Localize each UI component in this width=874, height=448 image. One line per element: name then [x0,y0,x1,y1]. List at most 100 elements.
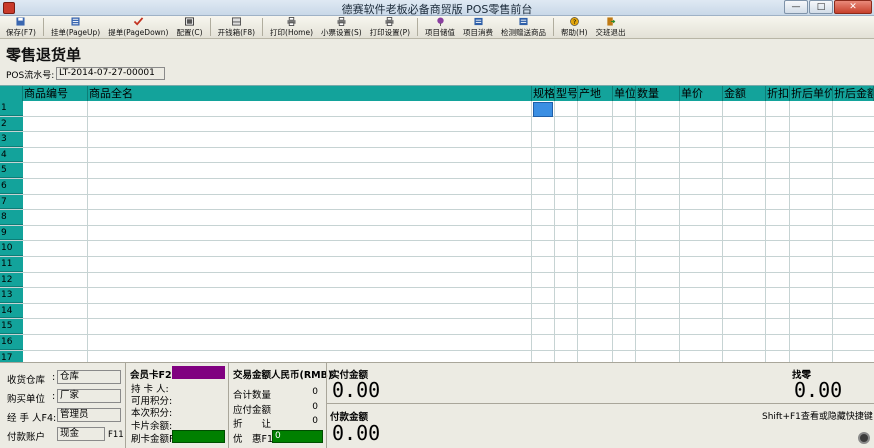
table-row[interactable]: 10 [0,241,874,257]
member-card-field[interactable] [172,366,225,379]
row-number: 4 [0,147,23,163]
config-button[interactable]: 配置(C) [172,16,206,38]
row-number: 5 [0,163,23,178]
total-quantity-value: 0 [312,387,318,397]
stored-value-button[interactable]: 项目储值 [421,16,459,38]
grid-column-line [635,101,636,362]
save-label: 保存(F7) [6,28,36,37]
col-discounted-amount[interactable]: 折后金额 [833,86,874,101]
table-row[interactable]: 2 [0,116,874,133]
goods-grid[interactable]: 商品编号 商品全名 规格 型号 产地 单位 数量 单价 金额 折扣 折后单价 折… [0,85,874,362]
row-number: 2 [0,116,23,132]
transaction-amount-label: 交易金额人民币(RMB) [233,370,333,381]
svg-text:?: ? [573,19,576,26]
gift-check-label: 检测赠送商品 [501,28,547,37]
table-row[interactable]: 1 [0,101,874,117]
buyer-field[interactable]: 厂家 [57,389,121,403]
discount-label: 折 让 [233,419,272,430]
table-row[interactable]: 17 [0,350,874,362]
col-origin[interactable]: 产地 [578,86,613,101]
col-quantity[interactable]: 数量 [636,86,680,101]
receipt-settings-icon [337,17,346,26]
grid-column-line [765,101,766,362]
col-amount[interactable]: 金额 [723,86,766,101]
account-label: 付款账户 [7,432,46,443]
row-number: 6 [0,179,23,194]
row-number: 3 [0,132,23,147]
account-field[interactable]: 现金 [57,427,105,441]
table-row[interactable]: 11 [0,257,874,273]
receipt-settings-button[interactable]: 小票设置(S) [317,16,366,38]
toolbar-separator [42,18,44,36]
row-number: 15 [0,319,23,334]
gift-check-button[interactable]: 检测赠送商品 [497,16,550,38]
print-icon [287,17,296,26]
table-row[interactable]: 8 [0,210,874,226]
table-row[interactable]: 12 [0,272,874,289]
grid-column-line [87,101,88,362]
table-row[interactable]: 5 [0,163,874,179]
toolbar-separator [417,18,419,36]
row-number: 14 [0,303,23,319]
row-number: 16 [0,335,23,350]
current-points-label: 本次积分: [131,408,173,419]
payment-amount-input[interactable]: 0.00 [332,421,380,445]
gift-check-icon [519,17,528,26]
serial-number-field: LT-2014-07-27-00001 [56,67,165,80]
row-number: 8 [0,210,23,225]
col-discounted-price[interactable]: 折后单价 [790,86,833,101]
bottom-panel: 收货仓库 : 仓库 购买单位 : 厂家 经 手 人F4: 管理员 付款账户 现金… [0,362,874,448]
table-row[interactable]: 14 [0,303,874,320]
table-row[interactable]: 7 [0,194,874,211]
selected-cell[interactable] [533,102,553,117]
exit-button[interactable]: 交班退出 [592,16,630,38]
promotion-field[interactable]: 0 [272,430,323,443]
warehouse-label: 收货仓库 [7,375,46,386]
grid-header: 商品编号 商品全名 规格 型号 产地 单位 数量 单价 金额 折扣 折后单价 折… [0,86,874,101]
print-settings-button[interactable]: 打印设置(P) [366,16,414,38]
retrieve-order-label: 提单(PageDown) [108,28,169,37]
card-balance-label: 卡片余额: [131,421,173,432]
swipe-amount-field[interactable] [172,430,225,443]
grid-column-line [531,101,532,362]
handler-field[interactable]: 管理员 [57,408,121,422]
toolbar-separator [209,18,211,36]
table-row[interactable]: 15 [0,319,874,335]
panel-divider [125,363,126,448]
row-number: 17 [0,350,23,362]
table-row[interactable]: 3 [0,132,874,148]
col-discount[interactable]: 折扣 [766,86,790,101]
help-button[interactable]: ? 帮助(H) [557,16,592,38]
table-row[interactable]: 13 [0,288,874,304]
table-row[interactable]: 9 [0,225,874,242]
stored-value-icon [436,17,444,26]
save-button[interactable]: 保存(F7) [2,16,40,38]
close-button[interactable]: ✕ [834,0,872,14]
gear-icon[interactable] [858,432,870,444]
table-row[interactable]: 16 [0,335,874,351]
minimize-button[interactable]: — [784,0,808,14]
table-row[interactable]: 4 [0,147,874,164]
warehouse-field[interactable]: 仓库 [57,370,121,384]
col-spec[interactable]: 规格 [532,86,555,101]
row-number: 9 [0,225,23,241]
print-button[interactable]: 打印(Home) [266,16,317,38]
serial-label: POS流水号: [6,71,55,81]
row-number: 10 [0,241,23,256]
change-value: 0.00 [794,378,843,402]
consume-button[interactable]: 项目消费 [459,16,497,38]
col-unit-price[interactable]: 单价 [680,86,723,101]
maximize-button[interactable]: □ [809,0,833,14]
retrieve-order-button[interactable]: 提单(PageDown) [104,16,172,38]
col-item-name[interactable]: 商品全名 [88,86,532,101]
col-item-code[interactable]: 商品编号 [23,86,88,101]
panel-divider [326,363,327,448]
hold-order-button[interactable]: 挂单(PageUp) [47,16,104,38]
col-model[interactable]: 型号 [555,86,578,101]
table-row[interactable]: 6 [0,179,874,195]
consume-label: 项目消费 [463,28,494,37]
grid-column-line [679,101,680,362]
cash-drawer-button[interactable]: 开钱箱(F8) [214,16,259,38]
col-unit[interactable]: 单位 [613,86,636,101]
config-icon [185,17,195,26]
